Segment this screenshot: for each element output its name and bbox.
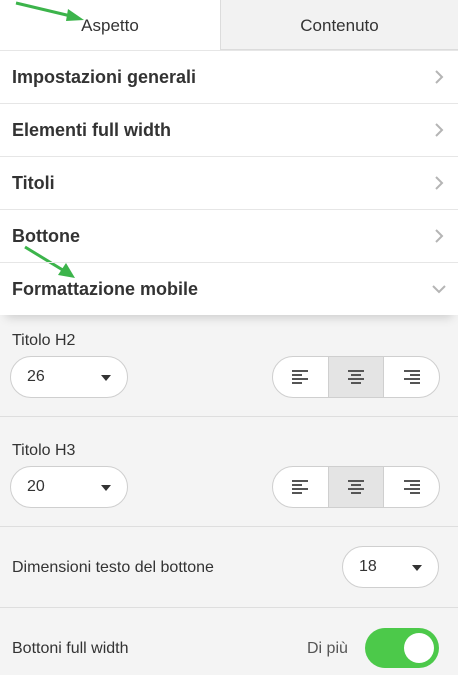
mobile-formatting-panel: Titolo H2 26 Titolo H3 20 Dimensioni tes…: [0, 316, 458, 675]
section-title: Impostazioni generali: [12, 66, 197, 87]
section-title: Titoli: [12, 172, 55, 193]
caret-down-icon: [101, 485, 111, 491]
section-impostazioni-generali[interactable]: Impostazioni generali: [0, 50, 458, 103]
chevron-right-icon: [435, 229, 444, 243]
h3-align-right-button[interactable]: [383, 467, 439, 507]
tab-contenuto[interactable]: Contenuto: [220, 0, 458, 50]
h2-size-value: 26: [27, 368, 45, 385]
section-elementi-full-width[interactable]: Elementi full width: [0, 103, 458, 156]
h3-size-value: 20: [27, 478, 45, 495]
h3-size-select[interactable]: 20: [10, 466, 128, 508]
chevron-down-icon: [432, 285, 446, 294]
button-text-size-label: Dimensioni testo del bottone: [12, 559, 214, 576]
tab-contenuto-label: Contenuto: [300, 15, 379, 35]
h2-alignment-group: [272, 356, 440, 398]
full-width-buttons-label: Bottoni full width: [12, 640, 129, 657]
annotation-arrow-icon: [15, 1, 84, 21]
section-title: Elementi full width: [12, 119, 172, 140]
divider: [0, 416, 458, 417]
h2-align-center-button[interactable]: [327, 357, 384, 397]
chevron-right-icon: [435, 176, 444, 190]
align-left-icon: [292, 480, 309, 494]
align-center-icon: [348, 480, 364, 494]
button-text-size-value: 18: [359, 558, 377, 575]
align-left-icon: [292, 370, 309, 384]
divider: [0, 526, 458, 527]
section-formattazione-mobile[interactable]: Formattazione mobile: [0, 262, 458, 315]
h3-label: Titolo H3: [12, 442, 76, 459]
toggle-knob: [404, 633, 434, 663]
button-text-size-select[interactable]: 18: [342, 546, 439, 588]
h3-align-center-button[interactable]: [327, 467, 384, 507]
divider: [0, 607, 458, 608]
caret-down-icon: [101, 375, 111, 381]
h3-alignment-group: [272, 466, 440, 508]
full-width-buttons-toggle[interactable]: [365, 628, 439, 668]
align-right-icon: [403, 370, 420, 384]
caret-down-icon: [412, 565, 422, 571]
h2-label: Titolo H2: [12, 332, 76, 349]
h2-align-left-button[interactable]: [273, 357, 328, 397]
section-title: Formattazione mobile: [12, 278, 199, 299]
h2-size-select[interactable]: 26: [10, 356, 128, 398]
section-titoli[interactable]: Titoli: [0, 156, 458, 209]
h3-align-left-button[interactable]: [273, 467, 328, 507]
align-right-icon: [403, 480, 420, 494]
toggle-state-text: Di più: [307, 640, 348, 657]
align-center-icon: [348, 370, 364, 384]
chevron-right-icon: [435, 70, 444, 84]
chevron-right-icon: [435, 123, 444, 137]
h2-align-right-button[interactable]: [383, 357, 439, 397]
settings-sections: Impostazioni generali Elementi full widt…: [0, 50, 458, 315]
